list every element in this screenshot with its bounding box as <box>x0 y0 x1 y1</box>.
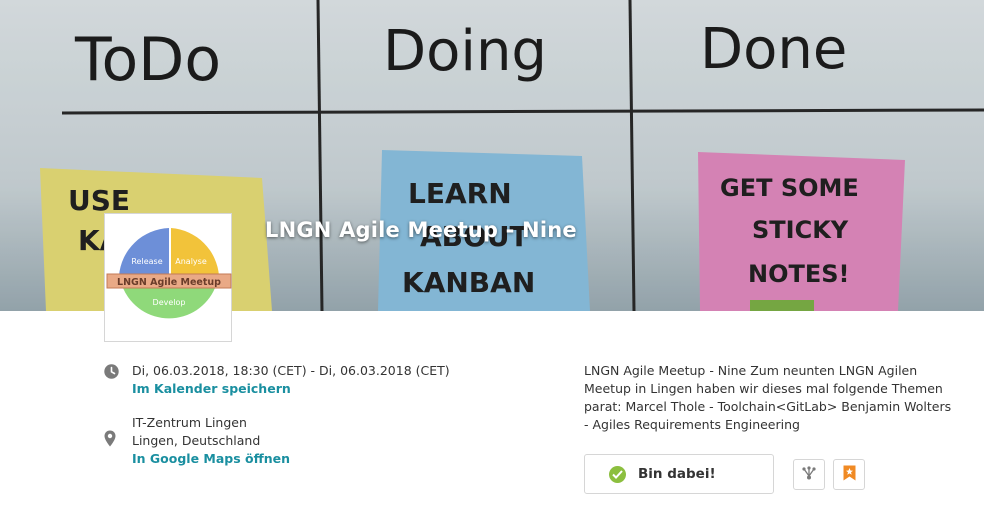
event-location-row: IT-Zentrum Lingen Lingen, Deutschland In… <box>104 414 290 468</box>
checkmark-icon <box>609 465 626 483</box>
event-logo: LNGN Agile Meetup Release Analyse Develo… <box>104 213 232 342</box>
event-description: LNGN Agile Meetup - Nine Zum neunten LNG… <box>584 363 952 432</box>
share-button[interactable] <box>793 459 825 490</box>
logo-banner-text: LNGN Agile Meetup <box>117 277 221 288</box>
bookmark-button[interactable] <box>833 459 865 490</box>
logo-analyse-label: Analyse <box>175 257 207 266</box>
event-date-row: Di, 06.03.2018, 18:30 (CET) - Di, 06.03.… <box>104 362 450 398</box>
bookmark-icon <box>843 465 856 485</box>
venue-name: IT-Zentrum Lingen <box>132 415 247 430</box>
event-date-text: Di, 06.03.2018, 18:30 (CET) - Di, 06.03.… <box>132 363 450 378</box>
venue-city: Lingen, Deutschland <box>132 433 261 448</box>
google-maps-link[interactable]: In Google Maps öffnen <box>132 450 290 468</box>
location-pin-icon <box>104 414 132 468</box>
share-icon <box>801 465 817 485</box>
event-title: LNGN Agile Meetup - Nine <box>265 218 577 242</box>
calendar-link[interactable]: Im Kalender speichern <box>132 380 450 398</box>
logo-release-label: Release <box>131 257 162 266</box>
join-button-label: Bin dabei! <box>638 466 716 482</box>
logo-develop-label: Develop <box>153 298 186 307</box>
clock-icon <box>104 362 132 398</box>
join-button[interactable]: Bin dabei! <box>584 454 774 494</box>
